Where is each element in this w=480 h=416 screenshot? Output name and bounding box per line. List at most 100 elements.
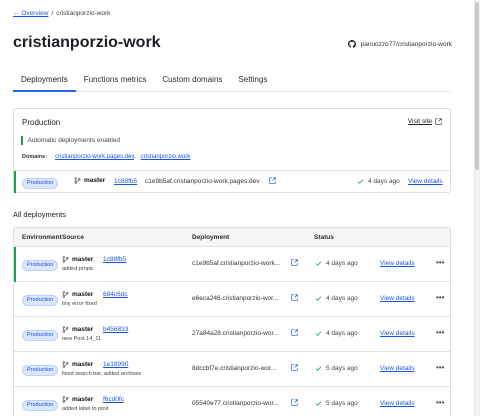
- commit-message: added label to post: [62, 406, 109, 412]
- repo-label[interactable]: panuozzo77/cristianporzio-work: [361, 41, 452, 48]
- repo-link[interactable]: panuozzo77/cristianporzio-work: [347, 40, 452, 48]
- table-header: Environment Source Deployment Status: [14, 228, 450, 247]
- deployment-url: 27a84a28.cristianporzio-wor...: [192, 330, 279, 337]
- status-text: 4 days ago: [368, 178, 400, 185]
- commit-message: new Post 14_11: [62, 336, 102, 342]
- breadcrumb-overview[interactable]: Overview: [21, 10, 48, 17]
- back-link[interactable]: ← Overview: [13, 10, 48, 17]
- commit-link[interactable]: 1c88fb5: [114, 178, 137, 185]
- deployment-status: 4 days ago: [315, 260, 358, 267]
- branch-info: master: [62, 256, 93, 263]
- visit-site-label[interactable]: Visit site: [408, 118, 432, 125]
- domains-list: Domains: cristianporzio-work.pages.dev, …: [22, 154, 190, 160]
- deployment-url: 05540e77.cristianporzio-wor...: [192, 400, 279, 407]
- domains-label: Domains:: [22, 154, 48, 160]
- view-details-link[interactable]: View details: [380, 400, 415, 407]
- commit-message: tiny error fixed: [62, 301, 97, 307]
- deployment-url: c1e9b5af.cristianporzio-work...: [192, 260, 281, 267]
- view-details-link[interactable]: View details: [380, 295, 415, 302]
- column-header-deployment: Deployment: [192, 234, 230, 241]
- column-header-source: Source: [62, 234, 85, 241]
- branch-name: master: [84, 177, 106, 184]
- domains-separator: ,: [134, 154, 136, 160]
- branch-name: master: [72, 361, 94, 368]
- view-details-link[interactable]: View details: [380, 365, 415, 372]
- branch-info: master: [62, 396, 93, 403]
- more-options-icon[interactable]: •••: [436, 328, 444, 337]
- environment-badge: Production: [22, 260, 59, 271]
- branch-icon: [62, 256, 69, 263]
- branch-name: master: [72, 326, 94, 333]
- deployment-url: 8dccbf7e.cristianporzio-wor...: [192, 365, 277, 372]
- more-options-icon[interactable]: •••: [436, 258, 444, 267]
- commit-message: added propic: [62, 266, 94, 272]
- deployment-url: c1e9b5af.cristianporzio-work.pages.dev: [145, 178, 260, 185]
- deployment-status: 4 days ago: [357, 178, 400, 185]
- status-text: 4 days ago: [326, 260, 358, 267]
- environment-badge: Production: [22, 295, 59, 306]
- tab-functions-metrics[interactable]: Functions metrics: [76, 73, 155, 92]
- branch-info: master: [62, 326, 93, 333]
- more-options-icon[interactable]: •••: [436, 293, 444, 302]
- external-link-icon[interactable]: [269, 177, 276, 184]
- visit-site-link[interactable]: Visit site: [408, 118, 442, 125]
- check-icon: [357, 178, 364, 185]
- view-details-link[interactable]: View details: [408, 178, 443, 185]
- production-deployment-row: Production master 1c88fb5 c1e9b5af.crist…: [14, 171, 450, 193]
- external-link-icon[interactable]: [291, 329, 298, 336]
- active-indicator: [14, 171, 16, 193]
- deployment-status: 4 days ago: [315, 295, 358, 302]
- column-header-status: Status: [314, 234, 334, 241]
- breadcrumb: ← Overview / cristianporzio-work: [13, 10, 110, 17]
- view-details-link[interactable]: View details: [380, 260, 415, 267]
- commit-link[interactable]: 1e18990: [103, 361, 128, 368]
- commit-link[interactable]: 684c6dc: [103, 291, 128, 298]
- deployment-status: 5 days ago: [315, 365, 358, 372]
- branch-icon: [62, 326, 69, 333]
- all-deployments-title: All deployments: [13, 210, 66, 219]
- external-link-icon[interactable]: [291, 364, 298, 371]
- scrollbar-thumb[interactable]: [475, 2, 479, 170]
- external-link-icon[interactable]: [291, 259, 298, 266]
- more-options-icon[interactable]: •••: [436, 363, 444, 372]
- status-text: 5 days ago: [326, 365, 358, 372]
- scrollbar[interactable]: [474, 0, 480, 416]
- branch-info: master: [74, 177, 105, 184]
- branch-name: master: [72, 256, 94, 263]
- external-link-icon: [435, 118, 442, 125]
- page-title: cristianporzio-work: [13, 34, 161, 51]
- branch-icon: [62, 396, 69, 403]
- domain-link[interactable]: cristianporzio.work: [141, 154, 191, 160]
- branch-icon: [74, 177, 81, 184]
- status-text: 4 days ago: [326, 295, 358, 302]
- external-link-icon[interactable]: [291, 399, 298, 406]
- environment-badge: Production: [22, 365, 59, 376]
- github-icon: [347, 40, 356, 48]
- commit-link[interactable]: 1c88fb5: [103, 256, 126, 263]
- check-icon: [315, 400, 322, 407]
- commit-link[interactable]: f6cd0fc: [103, 396, 124, 403]
- branch-icon: [62, 361, 69, 368]
- tab-deployments[interactable]: Deployments: [13, 73, 76, 92]
- breadcrumb-separator: /: [51, 10, 54, 17]
- auto-deploy-indicator: [21, 136, 23, 145]
- environment-badge: Production: [22, 330, 59, 341]
- check-icon: [315, 260, 322, 267]
- table-row: Production master 1c88fb5 added propic c…: [14, 247, 450, 282]
- auto-deploy-status: Automatic deployments enabled: [21, 136, 120, 145]
- domain-link[interactable]: cristianporzio-work.pages.dev: [55, 154, 134, 160]
- tab-custom-domains[interactable]: Custom domains: [154, 73, 230, 92]
- table-row: Production master b456833 new Post 14_11…: [14, 317, 450, 352]
- environment-badge: Production: [22, 400, 59, 411]
- commit-link[interactable]: b456833: [103, 326, 128, 333]
- branch-name: master: [72, 291, 94, 298]
- more-options-icon[interactable]: •••: [436, 398, 444, 407]
- tab-bar: Deployments Functions metrics Custom dom…: [13, 73, 451, 92]
- branch-info: master: [62, 361, 93, 368]
- deployment-status: 5 days ago: [315, 400, 358, 407]
- status-text: 5 days ago: [326, 400, 358, 407]
- tab-settings[interactable]: Settings: [230, 73, 275, 92]
- external-link-icon[interactable]: [291, 294, 298, 301]
- view-details-link[interactable]: View details: [380, 330, 415, 337]
- active-indicator: [14, 247, 16, 282]
